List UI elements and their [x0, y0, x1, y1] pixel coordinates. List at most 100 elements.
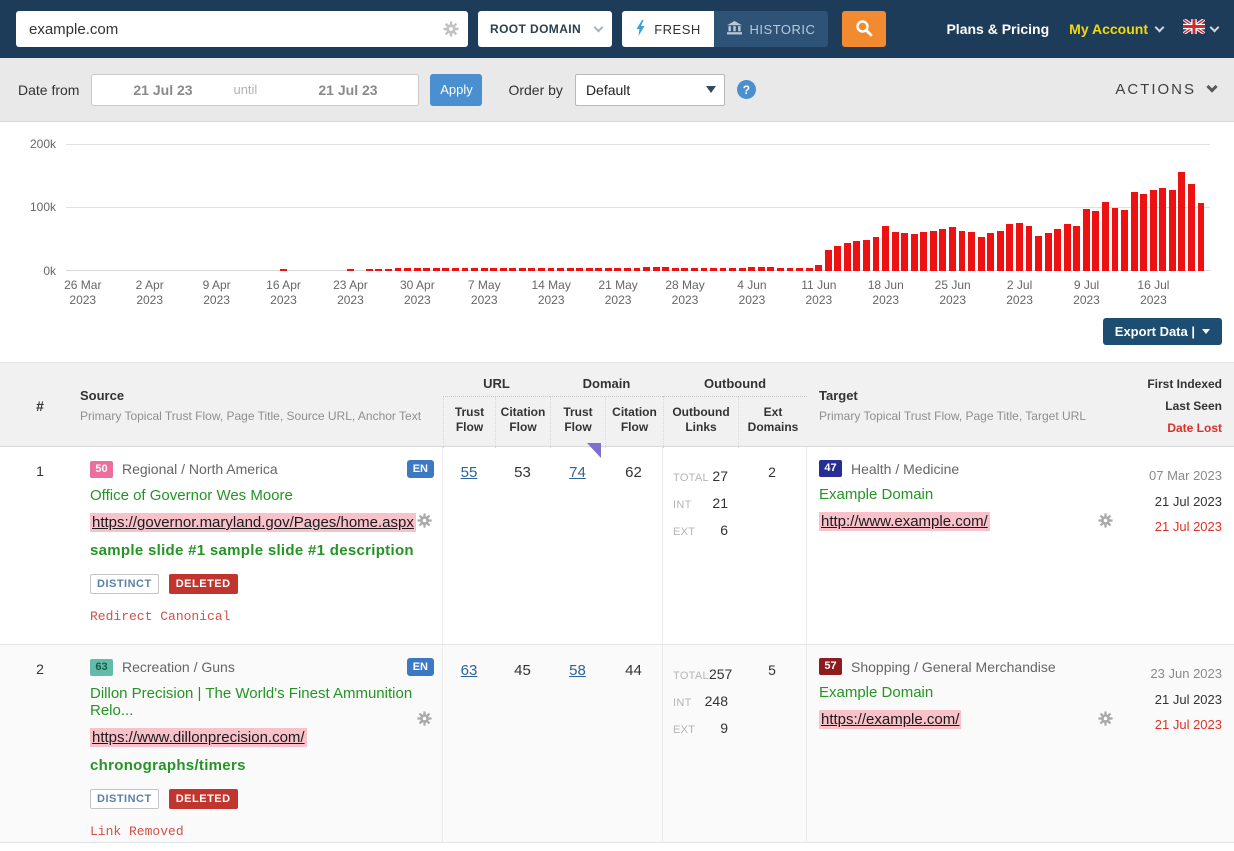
chart-bar — [576, 268, 583, 271]
anchor-text: sample slide #1 sample slide #1 descript… — [90, 542, 434, 559]
chart-bar — [1054, 229, 1061, 271]
row-number: 2 — [0, 645, 80, 842]
first-indexed-date: 07 Mar 2023 — [1125, 463, 1222, 489]
chart-bar — [624, 268, 631, 271]
chart-bar — [519, 268, 526, 271]
search-type-select[interactable]: ROOT DOMAIN — [478, 11, 612, 47]
url-citation-flow-cell: 45 — [495, 645, 550, 842]
target-options-gear-icon[interactable] — [1098, 711, 1113, 731]
chart-bar — [1045, 233, 1052, 271]
date-from-field[interactable]: 21 Jul 23 — [92, 82, 233, 98]
chart-bar — [605, 268, 612, 271]
date-to-field[interactable]: 21 Jul 23 — [277, 82, 418, 98]
source-topic: Recreation / Guns — [122, 659, 235, 675]
sort-date-lost[interactable]: Date Lost — [1167, 421, 1222, 435]
chart-plot-area — [66, 144, 1210, 271]
topical-trust-flow-badge: 50 — [90, 461, 113, 478]
outbound-int-value: 248 — [705, 689, 728, 714]
last-seen-date: 21 Jul 2023 — [1125, 489, 1222, 515]
chart-bar — [414, 268, 421, 271]
date-from-label: Date from — [18, 82, 79, 98]
chart-bar — [834, 246, 841, 271]
search-settings-gear-icon[interactable] — [443, 21, 459, 42]
historic-index-button[interactable]: HISTORIC — [714, 11, 828, 47]
outbound-int-label: INT — [673, 691, 692, 716]
filter-toolbar: Date from 21 Jul 23 until 21 Jul 23 Appl… — [0, 58, 1234, 122]
source-options-gear-icon[interactable] — [417, 513, 432, 533]
chart-bar — [930, 231, 937, 271]
order-by-select[interactable]: Default — [575, 74, 725, 106]
plans-pricing-link[interactable]: Plans & Pricing — [946, 21, 1049, 37]
domain-trust-flow-link[interactable]: 74 — [569, 464, 586, 481]
target-topic: Shopping / General Merchandise — [851, 659, 1056, 675]
url-trust-flow-link[interactable]: 55 — [461, 464, 478, 481]
x-axis-tick-label: 16 Jul2023 — [1137, 278, 1169, 308]
chart-bar — [643, 267, 650, 271]
source-cell: 50 Regional / North America EN Office of… — [80, 447, 443, 644]
column-number: # — [0, 363, 80, 448]
export-data-button[interactable]: Export Data | — [1103, 318, 1222, 345]
chart-bar — [462, 268, 469, 271]
sort-first-indexed[interactable]: First Indexed — [1147, 377, 1222, 391]
domain-trust-flow-link[interactable]: 58 — [569, 662, 586, 679]
source-page-title: Office of Governor Wes Moore — [90, 487, 434, 504]
chart-bar — [1140, 194, 1147, 271]
chart-bar — [366, 269, 373, 272]
backlink-history-chart: 200k 100k 0k 26 Mar20232 Apr20239 Apr202… — [0, 122, 1234, 318]
chart-bar — [767, 267, 774, 271]
chart-bar — [710, 268, 717, 271]
chart-bar — [758, 267, 765, 271]
chart-bar — [968, 232, 975, 271]
x-axis-tick-label: 16 Apr2023 — [266, 278, 301, 308]
fresh-index-button[interactable]: FRESH — [622, 11, 714, 47]
apply-button[interactable]: Apply — [430, 74, 482, 106]
x-axis-tick-label: 2 Jul2023 — [1006, 278, 1033, 308]
chart-bar — [280, 269, 287, 272]
domain-search-input[interactable] — [16, 11, 468, 47]
export-data-label: Export Data | — [1115, 324, 1195, 339]
order-by-value: Default — [586, 82, 630, 98]
outbound-total-value: 27 — [712, 464, 728, 489]
chart-bar — [1112, 208, 1119, 271]
chart-bar — [729, 268, 736, 271]
source-url-link[interactable]: https://www.dillonprecision.com/ — [90, 728, 307, 747]
search-type-value: ROOT DOMAIN — [490, 22, 581, 36]
domain-trust-flow-cell: 74 — [550, 447, 605, 644]
language-selector[interactable] — [1183, 19, 1218, 39]
x-axis-tick-label: 7 May2023 — [468, 278, 501, 308]
distinct-flag: DISTINCT — [90, 789, 159, 809]
my-account-menu[interactable]: My Account — [1069, 21, 1163, 37]
help-icon[interactable]: ? — [737, 80, 756, 99]
column-source: Source Primary Topical Trust Flow, Page … — [80, 363, 443, 448]
sort-last-seen[interactable]: Last Seen — [1165, 399, 1222, 413]
x-axis-tick-label: 25 Jun2023 — [935, 278, 971, 308]
chart-bar — [825, 250, 832, 271]
target-options-gear-icon[interactable] — [1098, 513, 1113, 533]
chart-bar — [748, 267, 755, 271]
table-row: 2 63 Recreation / Guns EN Dillon Precisi… — [0, 645, 1234, 843]
chart-bar — [863, 240, 870, 272]
target-page-title: Example Domain — [819, 486, 1111, 503]
source-url-link[interactable]: https://governor.maryland.gov/Pages/home… — [90, 513, 416, 532]
url-trust-flow-link[interactable]: 63 — [461, 662, 478, 679]
group-url: URL — [443, 363, 550, 397]
source-options-gear-icon[interactable] — [417, 711, 432, 731]
lightning-icon — [635, 20, 646, 39]
chart-bar — [911, 234, 918, 271]
x-axis-tick-label: 21 May2023 — [598, 278, 637, 308]
target-url-link[interactable]: https://example.com/ — [819, 710, 961, 729]
top-right-links: Plans & Pricing My Account — [946, 19, 1218, 39]
actions-menu[interactable]: ACTIONS — [1115, 81, 1216, 98]
chart-bar — [653, 267, 660, 271]
target-url-link[interactable]: http://www.example.com/ — [819, 512, 990, 531]
row-number: 1 — [0, 447, 80, 644]
y-axis-tick: 0k — [0, 264, 56, 278]
search-submit-button[interactable] — [842, 11, 886, 47]
magnifier-icon — [855, 19, 873, 40]
chart-bar — [1035, 236, 1042, 271]
x-axis-ticks: 26 Mar20232 Apr20239 Apr202316 Apr202323… — [78, 278, 1206, 314]
x-axis-tick-label: 23 Apr2023 — [333, 278, 368, 308]
chart-bar — [423, 268, 430, 271]
outbound-ext-label: EXT — [673, 520, 695, 545]
chart-bar — [347, 269, 354, 272]
